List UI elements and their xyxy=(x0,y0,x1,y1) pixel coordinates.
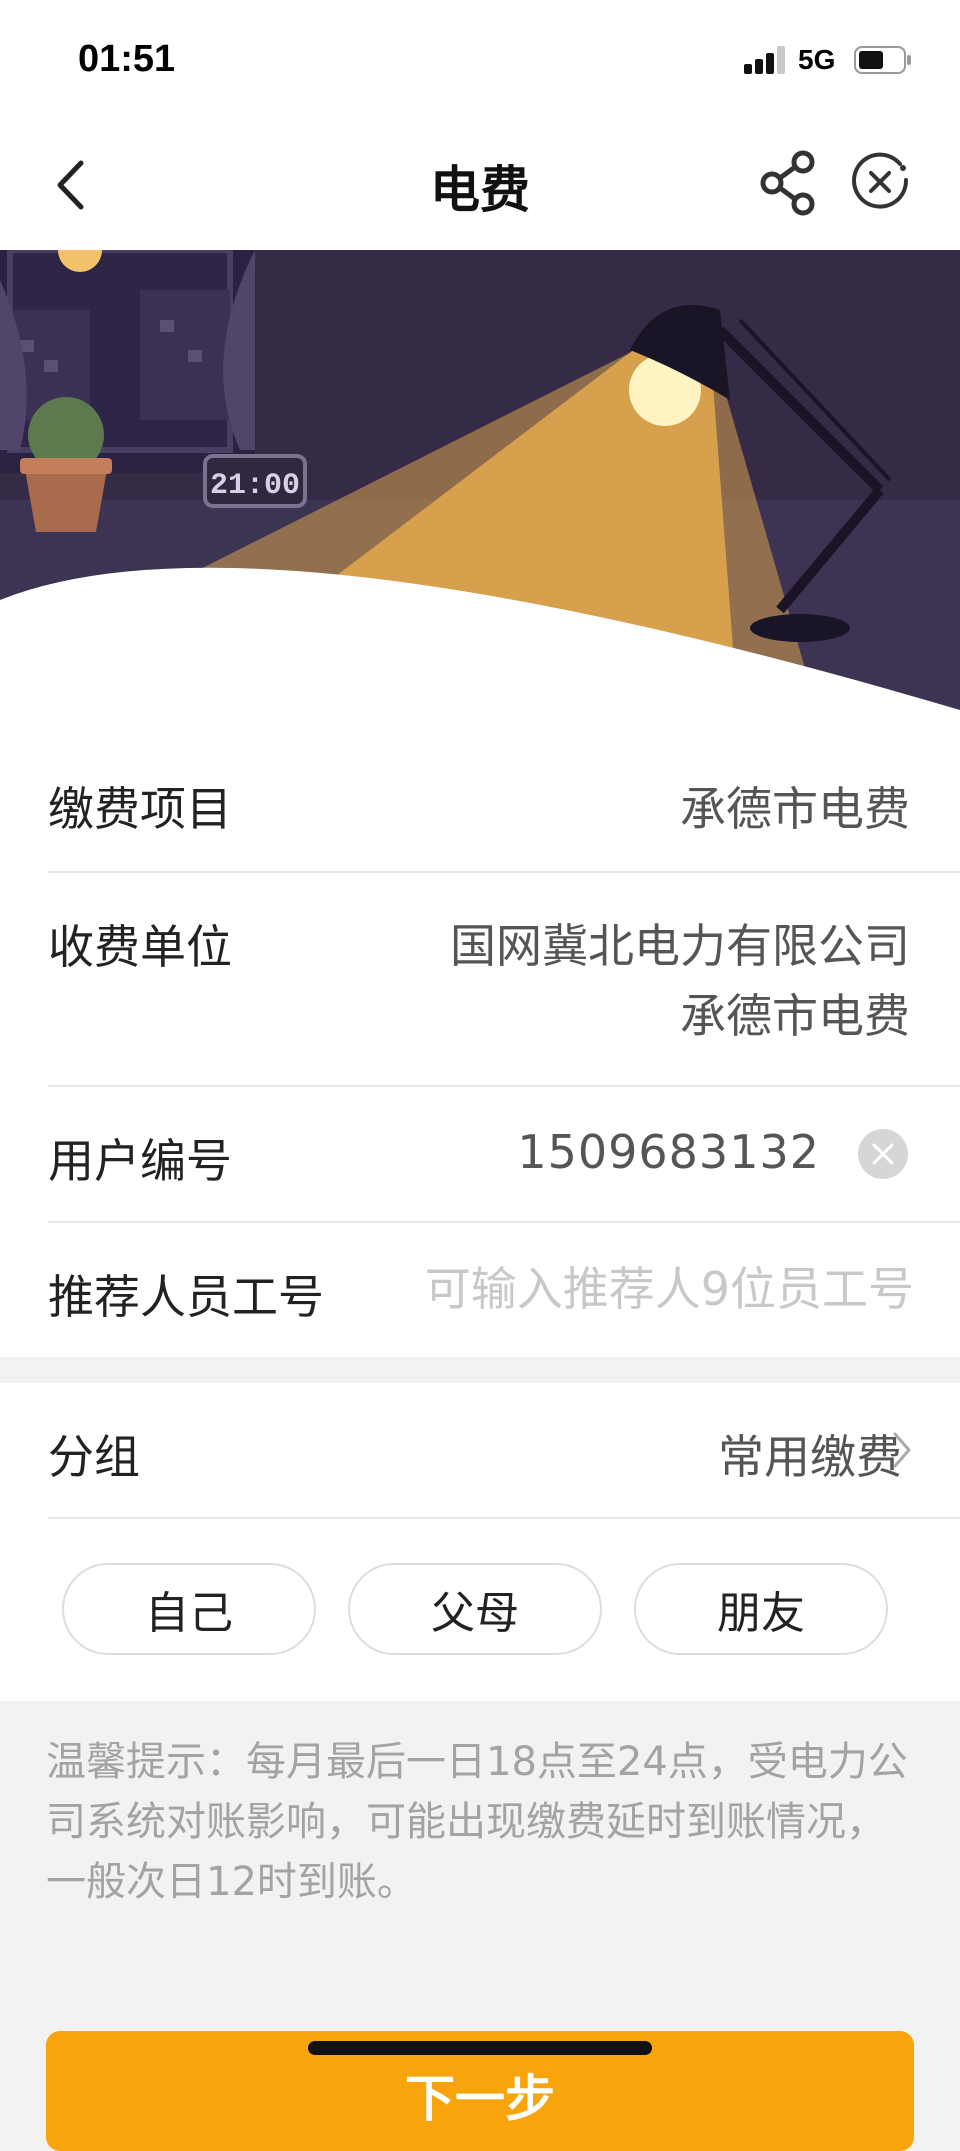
payment-item-row: 缴费项目 承德市电费 xyxy=(48,735,960,873)
group-chip-self[interactable]: 自己 xyxy=(62,1563,316,1655)
payee-unit-value: 国网冀北电力有限公司 承德市电费 xyxy=(450,911,910,1051)
group-chip-parents[interactable]: 父母 xyxy=(348,1563,602,1655)
user-number-label: 用户编号 xyxy=(48,1134,232,1188)
clear-icon xyxy=(872,1143,894,1165)
user-number-row: 用户编号 1509683132 xyxy=(48,1087,960,1223)
referrer-id-input[interactable] xyxy=(372,1253,916,1325)
home-indicator xyxy=(308,2041,652,2055)
status-time: 01:51 xyxy=(78,38,176,80)
payment-form: 缴费项目 承德市电费 收费单位 国网冀北电力有限公司 承德市电费 用户编号 15… xyxy=(0,735,960,1357)
payment-item-label: 缴费项目 xyxy=(48,782,232,836)
clock-text: 21:00 xyxy=(210,469,300,503)
night-lamp-illustration: 21:00 xyxy=(0,250,960,740)
nav-bar: 电费 xyxy=(0,120,960,250)
close-circle-icon[interactable] xyxy=(848,150,914,216)
referrer-row: 推荐人员工号 xyxy=(48,1223,960,1357)
banner-illustration: 21:00 xyxy=(0,250,960,740)
share-icon[interactable] xyxy=(756,150,822,216)
group-row[interactable]: 分组 常用缴费 xyxy=(48,1383,960,1519)
user-number-field[interactable]: 1509683132 xyxy=(517,1125,820,1179)
battery-icon xyxy=(854,46,911,74)
status-bar: 01:51 5G xyxy=(0,0,960,120)
network-type: 5G xyxy=(798,44,836,75)
group-section: 分组 常用缴费 自己 父母 朋友 xyxy=(0,1383,960,1701)
group-chips: 自己 父母 朋友 xyxy=(62,1563,888,1655)
chevron-right-icon xyxy=(893,1432,911,1468)
referrer-label: 推荐人员工号 xyxy=(48,1270,324,1324)
clear-button[interactable] xyxy=(858,1129,908,1179)
group-value: 常用缴费 xyxy=(718,1430,902,1484)
payee-unit-row: 收费单位 国网冀北电力有限公司 承德市电费 xyxy=(48,873,960,1087)
group-label: 分组 xyxy=(48,1430,140,1484)
cell-signal-icon xyxy=(744,46,785,74)
group-chip-friends[interactable]: 朋友 xyxy=(634,1563,888,1655)
payee-unit-line2: 承德市电费 xyxy=(680,989,910,1043)
payment-item-value: 承德市电费 xyxy=(680,782,910,836)
payee-unit-line1: 国网冀北电力有限公司 xyxy=(450,919,910,973)
payee-unit-label: 收费单位 xyxy=(48,920,232,974)
reminder-tip: 温馨提示：每月最后一日18点至24点，受电力公司系统对账影响，可能出现缴费延时到… xyxy=(46,1739,908,1905)
